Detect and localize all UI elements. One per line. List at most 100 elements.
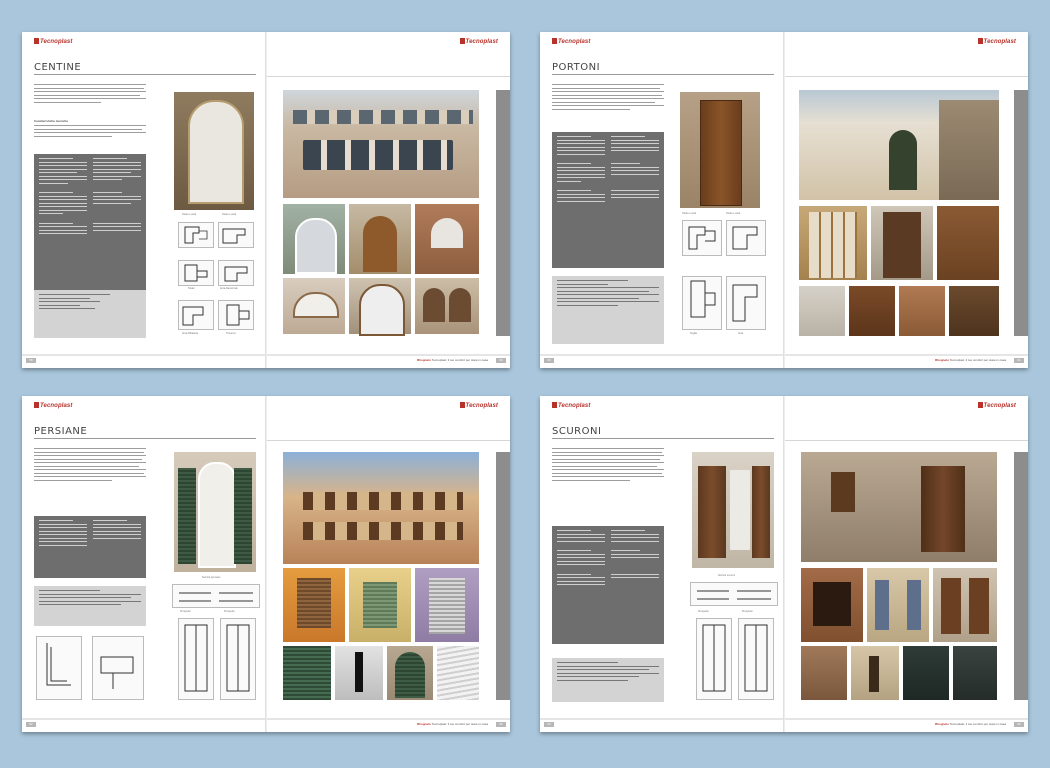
left-page: Tecnoplast CENTINE Caratteristiche tecni…	[22, 32, 265, 368]
arched-doors-photo	[283, 204, 345, 274]
caption: Anta	[738, 332, 744, 335]
profile-drawing	[726, 220, 766, 256]
page-number: 64	[544, 722, 554, 727]
footer-tagline: Tecnoplast: il tuo comfort per stare in …	[431, 722, 488, 726]
section-drawing	[172, 584, 260, 608]
brand-name: Tecnoplast	[40, 403, 73, 409]
brand-name: Tecnoplast	[558, 39, 591, 45]
brand-logo: Tecnoplast	[552, 38, 590, 45]
brand-name: Tecnoplast	[558, 403, 591, 409]
brand-logo: Tecnoplast	[977, 38, 1016, 45]
page-title: PORTONI	[552, 62, 601, 73]
brand-logo: Tecnoplast	[459, 402, 498, 409]
page-number: 61	[1014, 358, 1024, 363]
residential-building-photo	[283, 452, 479, 564]
handle-detail-photo	[799, 286, 845, 336]
elevation-drawing	[220, 618, 256, 700]
footer-tagline: Tecnoplast: il tuo comfort per stare in …	[431, 358, 488, 362]
white-shutter-photo	[437, 646, 479, 700]
caption: Prospetto	[742, 610, 753, 613]
stone-house-shutters-photo	[801, 452, 997, 562]
green-shutter-photo	[283, 646, 331, 700]
brand-logo: Tecnoplast	[977, 402, 1016, 409]
right-page: Tecnoplast Rhogneto Tecnoplast: il tuo c…	[267, 32, 510, 368]
caption: Telaio e anta	[222, 213, 237, 216]
divider	[267, 76, 510, 77]
blue-shutters-photo	[867, 568, 929, 642]
spec-table	[34, 154, 146, 302]
side-bar	[496, 452, 510, 700]
brand-name: Tecnoplast	[983, 39, 1016, 45]
lilac-facade-photo	[415, 568, 479, 642]
lock-detail-photo	[899, 286, 945, 336]
brand-logo: Tecnoplast	[34, 402, 72, 409]
info-box	[34, 586, 146, 626]
door-detail-photo	[937, 206, 999, 280]
profile-drawing	[92, 636, 144, 700]
bottom-strip	[22, 718, 265, 720]
caption: Telaio e anta	[182, 213, 197, 216]
elevation-drawing	[738, 618, 774, 700]
half-moon-window-photo	[283, 278, 345, 334]
logo-icon	[552, 402, 557, 408]
footer-brand: Rhogneto	[935, 722, 950, 726]
stone-wall-photo	[801, 646, 847, 700]
caption: Telaio e anta	[682, 212, 697, 215]
footer: Rhogneto Tecnoplast: il tuo comfort per …	[417, 722, 488, 726]
footer: Rhogneto Tecnoplast: il tuo comfort per …	[935, 722, 1006, 726]
handle-bar-photo	[949, 286, 999, 336]
profile-drawing	[218, 300, 254, 330]
bottom-strip	[540, 718, 783, 720]
bottom-strip	[540, 354, 783, 356]
caption: Sezioni scuroni	[718, 574, 735, 577]
logo-icon	[977, 38, 983, 44]
glass-door-photo	[799, 206, 867, 280]
profile-drawing	[178, 260, 214, 286]
specs-heading: Caratteristiche tecniche	[34, 119, 69, 123]
title-divider	[552, 438, 774, 439]
footer-brand: Rhogneto	[935, 358, 950, 362]
footer-tagline: Tecnoplast: il tuo comfort per stare in …	[949, 358, 1006, 362]
brown-shutters-photo	[933, 568, 997, 642]
logo-icon	[552, 38, 557, 44]
divider	[267, 440, 510, 441]
spec-table	[552, 526, 664, 644]
left-page: Tecnoplast SCURONI Sezioni scuroni Prosp…	[540, 396, 783, 732]
dark-panel-photo	[953, 646, 997, 700]
brand-logo: Tecnoplast	[459, 38, 498, 45]
hinge-photo	[851, 646, 899, 700]
brand-name: Tecnoplast	[983, 403, 1016, 409]
right-page: Tecnoplast Rhogneto Tecnoplast: il tuo c…	[267, 396, 510, 732]
arched-shutter-photo	[387, 646, 433, 700]
brochure-spread-centine: Tecnoplast CENTINE Caratteristiche tecni…	[22, 32, 510, 368]
footer-brand: Rhogneto	[417, 722, 432, 726]
brochure-spread-scuroni: Tecnoplast SCURONI Sezioni scuroni Prosp…	[540, 396, 1028, 732]
specs-text	[34, 125, 146, 139]
wooden-door-photo	[680, 92, 760, 208]
logo-icon	[459, 38, 465, 44]
profile-drawing	[218, 222, 254, 248]
divider	[785, 440, 1028, 441]
profile-drawing	[726, 276, 766, 330]
spec-table	[34, 516, 146, 578]
brand-name: Tecnoplast	[465, 39, 498, 45]
info-box	[552, 658, 664, 702]
caption: Prospetto	[180, 610, 191, 613]
divider	[785, 76, 1028, 77]
title-divider	[34, 74, 256, 75]
intro-text	[552, 84, 664, 112]
logo-icon	[977, 402, 983, 408]
page-number: 62	[26, 722, 36, 727]
left-page: Tecnoplast PORTONI Telaio e anta Telaio …	[540, 32, 783, 368]
logo-icon	[34, 38, 39, 44]
hinge-detail-photo	[335, 646, 383, 700]
caption: Sezioni persiane	[202, 576, 221, 579]
logo-icon	[34, 402, 39, 408]
arched-window-photo	[174, 92, 254, 210]
interior-arch-photo	[349, 278, 411, 336]
brand-name: Tecnoplast	[40, 39, 73, 45]
brochure-spread-persiane: Tecnoplast PERSIANE Sezioni persiane Pro…	[22, 396, 510, 732]
section-drawing	[690, 582, 778, 606]
brick-window-photo	[801, 568, 863, 642]
caption: Soglia	[690, 332, 697, 335]
